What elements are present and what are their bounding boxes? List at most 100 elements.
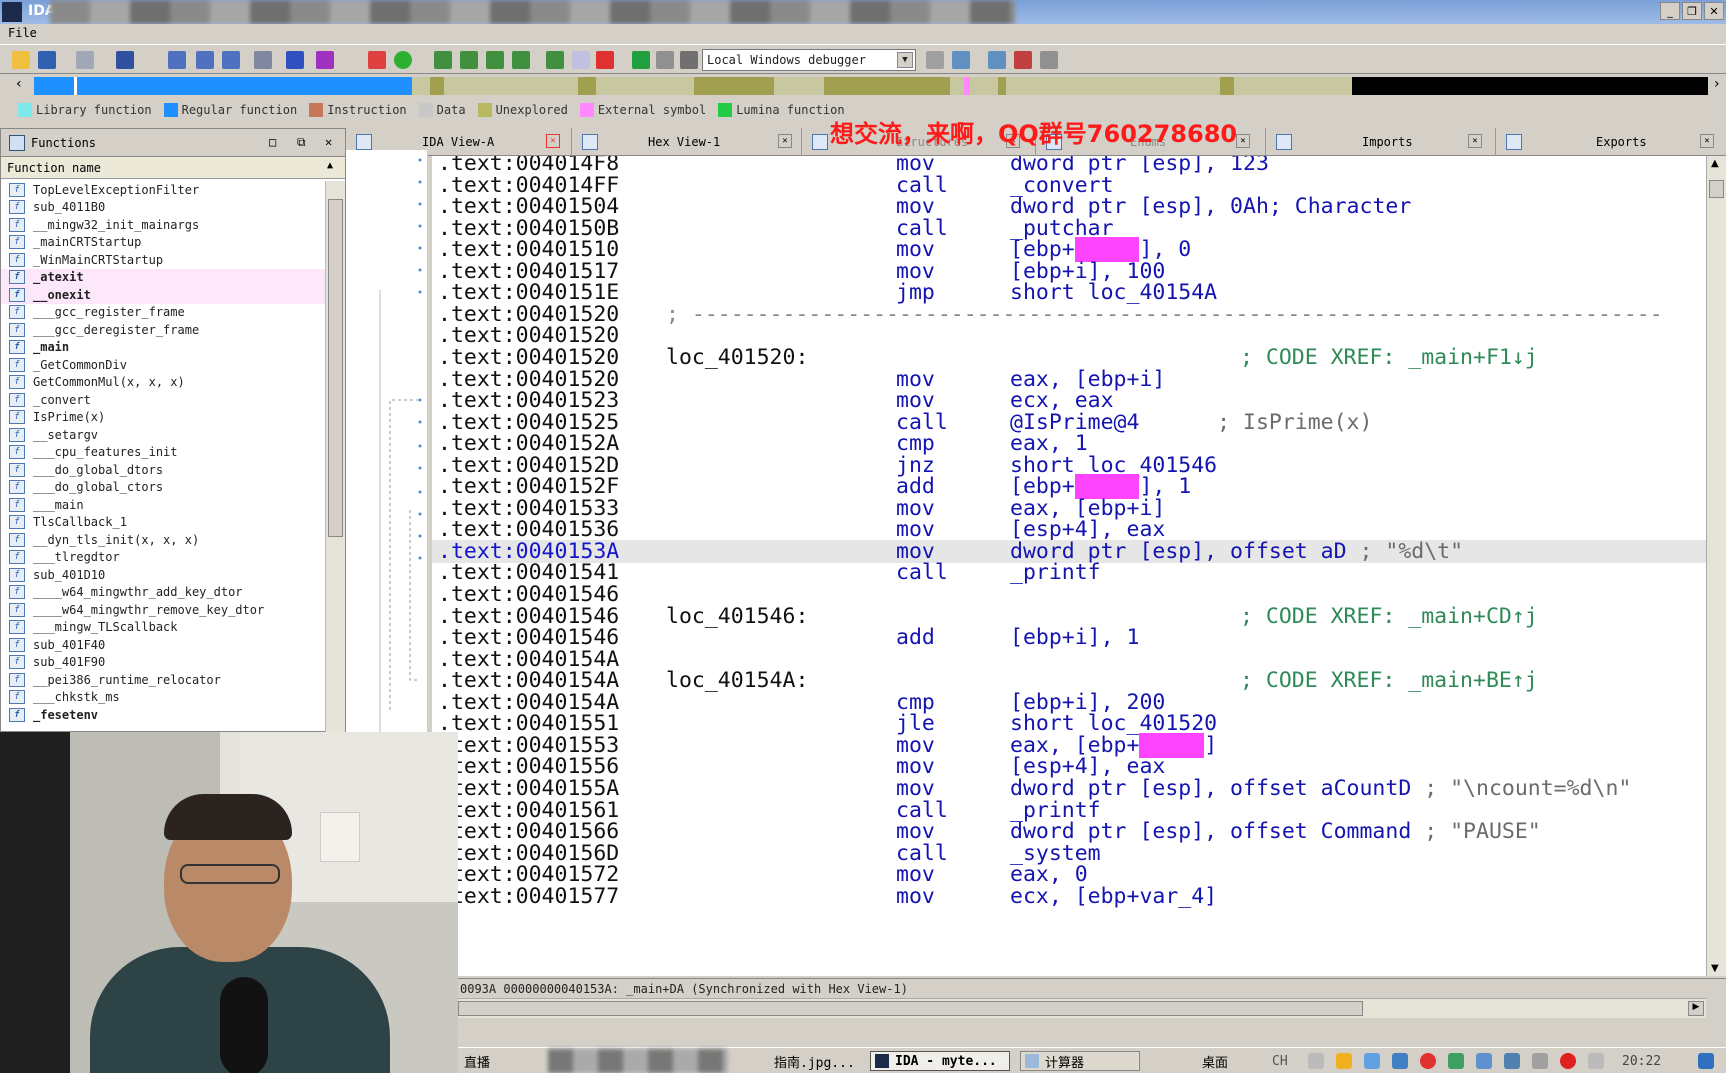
disasm-operands[interactable]: _printf: [1010, 561, 1101, 585]
stop-icon[interactable]: [680, 51, 698, 69]
close-pane-icon[interactable]: ✕: [325, 135, 332, 149]
save-icon[interactable]: [38, 51, 56, 69]
close-tab-icon[interactable]: ✕: [1236, 134, 1250, 148]
function-list-item[interactable]: f ___do_global_dtors: [1, 461, 325, 479]
taskbar-item-ida[interactable]: IDA - myte...: [870, 1051, 1010, 1071]
tray-show-desktop-icon[interactable]: [1698, 1053, 1714, 1069]
run-to-cursor-icon[interactable]: [1040, 51, 1058, 69]
attach-icon[interactable]: [926, 51, 944, 69]
scroll-up-icon[interactable]: ▲: [1711, 158, 1719, 169]
functions-scrollbar[interactable]: [325, 181, 345, 733]
scroll-up-icon[interactable]: ▲: [327, 160, 333, 171]
close-button[interactable]: ✕: [1704, 2, 1724, 20]
graph-icon[interactable]: [368, 51, 386, 69]
script-icon[interactable]: [434, 51, 452, 69]
input-method-indicator[interactable]: CH: [1268, 1051, 1292, 1071]
tab-hex-view-1[interactable]: Hex View-1 ✕: [572, 128, 802, 156]
close-tab-icon[interactable]: ✕: [1468, 134, 1482, 148]
function-list-item[interactable]: f __pei386_runtime_relocator: [1, 671, 325, 689]
chevron-down-icon[interactable]: ▼: [897, 52, 913, 68]
breakpoint-icon[interactable]: [512, 51, 530, 69]
disasm-line[interactable]: .text:00401520; ------------------------…: [432, 303, 1706, 327]
function-list-item[interactable]: f TlsCallback_1: [1, 514, 325, 532]
function-list-item[interactable]: f ___cpu_features_init: [1, 444, 325, 462]
lumina-icon[interactable]: [394, 51, 412, 69]
disasm-line[interactable]: .text:00401577 mov ecx, [ebp+var_4]: [432, 884, 1706, 909]
binary-icon[interactable]: [168, 51, 186, 69]
jump-icon[interactable]: [254, 51, 272, 69]
function-list-item[interactable]: f __setargv: [1, 426, 325, 444]
hex-icon[interactable]: [196, 51, 214, 69]
color-icon[interactable]: [316, 51, 334, 69]
tray-app-icon[interactable]: [1364, 1053, 1380, 1069]
tray-app-icon[interactable]: [1476, 1053, 1492, 1069]
function-list-item[interactable]: f TopLevelExceptionFilter: [1, 181, 325, 199]
function-list-item[interactable]: f _WinMainCRTStartup: [1, 251, 325, 269]
pause-icon[interactable]: [656, 51, 674, 69]
disassembly-vertical-scrollbar[interactable]: ▲ ▼: [1706, 156, 1726, 976]
taskbar-item-calculator[interactable]: 计算器: [1020, 1051, 1140, 1071]
disassembly-listing[interactable]: .text:004014F8 mov dword ptr [esp], 123 .te…: [432, 156, 1706, 976]
tray-volume-icon[interactable]: [1588, 1053, 1604, 1069]
disasm-operands[interactable]: dword ptr [esp], offset aCountD ; "\ncou…: [1010, 777, 1631, 801]
patch-icon[interactable]: [486, 51, 504, 69]
function-list-item[interactable]: f __dyn_tls_init(x, x, x): [1, 531, 325, 549]
nav-scroll-left-icon[interactable]: ‹: [16, 76, 22, 92]
function-list-item[interactable]: f __onexit: [1, 286, 325, 304]
function-list-item[interactable]: f ___chkstk_ms: [1, 689, 325, 707]
function-list-item[interactable]: f sub_401D10: [1, 566, 325, 584]
scroll-thumb[interactable]: [328, 199, 343, 537]
function-list-item[interactable]: f _main: [1, 339, 325, 357]
text-icon[interactable]: [222, 51, 240, 69]
function-list-item[interactable]: f ___gcc_deregister_frame: [1, 321, 325, 339]
tab-imports[interactable]: Imports ✕: [1266, 128, 1496, 156]
function-list-item[interactable]: f ___main: [1, 496, 325, 514]
navigation-band[interactable]: ‹ ›: [0, 74, 1726, 98]
delete-icon[interactable]: [596, 51, 614, 69]
close-tab-icon[interactable]: ✕: [778, 134, 792, 148]
down-arrow-icon[interactable]: [286, 51, 304, 69]
function-list-item[interactable]: f ____w64_mingwthr_remove_key_dtor: [1, 601, 325, 619]
scroll-down-icon[interactable]: ▼: [1711, 963, 1719, 974]
function-list-item[interactable]: f GetCommonMul(x, x, x): [1, 374, 325, 392]
function-list-item[interactable]: f ___tlregdtor: [1, 549, 325, 567]
function-list-item[interactable]: f __mingw32_init_mainargs: [1, 216, 325, 234]
step-over-icon[interactable]: [1014, 51, 1032, 69]
tray-app-icon[interactable]: [1532, 1053, 1548, 1069]
function-name-column-header[interactable]: Function name ▲: [1, 157, 345, 179]
plugin-icon[interactable]: [460, 51, 478, 69]
disasm-operands[interactable]: [ebp+i], 1: [1010, 626, 1139, 650]
function-list-item[interactable]: f sub_401F40: [1, 636, 325, 654]
navigation-bar[interactable]: [34, 77, 1708, 95]
float-pane-icon[interactable]: ⧉: [297, 135, 306, 150]
tray-app-icon[interactable]: [1336, 1053, 1352, 1069]
tray-alert-icon[interactable]: [1560, 1053, 1576, 1069]
disasm-line[interactable]: .text:00401541 call _printf: [432, 561, 1706, 585]
back-arrow-icon[interactable]: [76, 51, 94, 69]
function-list-item[interactable]: f ___do_global_ctors: [1, 479, 325, 497]
watch-icon[interactable]: [572, 51, 590, 69]
disasm-operands[interactable]: ecx, [ebp+var_4]: [1010, 884, 1217, 909]
run-icon[interactable]: [632, 51, 650, 69]
taskbar-desktop[interactable]: 桌面: [1198, 1051, 1232, 1071]
forward-arrow-icon[interactable]: [116, 51, 134, 69]
tab-exports[interactable]: Exports ✕: [1496, 128, 1724, 156]
trace-icon[interactable]: [546, 51, 564, 69]
function-list-item[interactable]: f _atexit: [1, 268, 325, 286]
scroll-right-icon[interactable]: ▶: [1688, 1001, 1704, 1016]
minimize-button[interactable]: _: [1660, 2, 1680, 20]
function-list-item[interactable]: f ___mingw_TLScallback: [1, 619, 325, 637]
function-list-item[interactable]: f sub_401F90: [1, 654, 325, 672]
disasm-line[interactable]: .text:00401546 add [ebp+i], 1: [432, 626, 1706, 650]
debugger-select[interactable]: Local Windows debugger ▼: [702, 49, 916, 71]
close-tab-icon[interactable]: ✕: [546, 134, 560, 148]
tray-keyboard-icon[interactable]: [1308, 1053, 1324, 1069]
disassembly-horizontal-scrollbar[interactable]: ▶: [456, 998, 1706, 1018]
scroll-thumb[interactable]: [458, 1001, 1363, 1016]
nav-scroll-right-icon[interactable]: ›: [1714, 76, 1720, 92]
function-list-item[interactable]: f _GetCommonDiv: [1, 356, 325, 374]
tray-network-icon[interactable]: [1392, 1053, 1408, 1069]
taskbar-item-live[interactable]: 直播: [460, 1051, 494, 1071]
menu-file[interactable]: File: [8, 26, 37, 40]
step-into-icon[interactable]: [988, 51, 1006, 69]
